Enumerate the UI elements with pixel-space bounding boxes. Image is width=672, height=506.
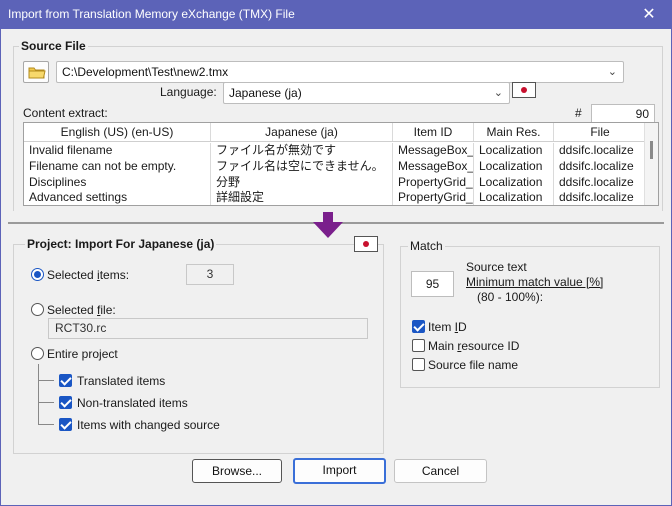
table-header: English (US) (en-US) Japanese (ja) Item … [24, 123, 646, 142]
language-value: Japanese (ja) [229, 86, 302, 100]
selected-file-field: RCT30.rc [48, 318, 368, 339]
changed-source-checkbox[interactable] [59, 418, 72, 431]
table-scrollbar[interactable] [644, 123, 658, 205]
main-resource-id-label[interactable]: Main resource ID [428, 339, 519, 353]
language-combo[interactable]: Japanese (ja) ⌄ [223, 82, 510, 104]
arrow-down-icon [313, 212, 343, 238]
column-header[interactable]: File [554, 123, 646, 141]
selected-file-label[interactable]: Selected file: [47, 303, 116, 317]
column-header[interactable]: Item ID [393, 123, 474, 141]
table-cell: Disciplines [24, 175, 211, 191]
project-legend: Project: Import For Japanese (ja) [25, 237, 217, 251]
open-file-button[interactable] [23, 61, 49, 83]
table-cell: Advanced settings [24, 190, 211, 205]
table-cell: ddsifc.localize [559, 175, 634, 189]
browse-button[interactable]: Browse... [192, 459, 282, 483]
table-row[interactable]: Disciplines 分野 PropertyGrid_ Localizatio… [24, 175, 646, 191]
table-cell: PropertyGrid_ [393, 190, 474, 205]
import-button[interactable]: Import [293, 458, 386, 484]
cancel-button[interactable]: Cancel [394, 459, 487, 483]
table-cell: 詳細設定 [211, 190, 393, 205]
title-bar: Import from Translation Memory eXchange … [0, 0, 672, 29]
folder-icon [28, 67, 46, 79]
count-label: # [575, 106, 582, 120]
table-cell: Filename can not be empty. [24, 159, 211, 175]
entire-project-label[interactable]: Entire project [47, 347, 118, 361]
entire-project-radio[interactable] [31, 347, 44, 360]
table-cell: Localization [474, 190, 554, 205]
source-text-label: Source text [466, 260, 527, 274]
japan-flag-icon [354, 236, 378, 252]
count-field[interactable]: 90 [591, 104, 655, 124]
table-cell: PropertyGrid_ [393, 175, 474, 191]
match-legend: Match [408, 239, 445, 253]
source-file-path-text: C:\Development\Test\new2.tmx [62, 65, 229, 79]
chevron-down-icon[interactable]: ⌄ [494, 83, 503, 103]
column-header[interactable]: Main Res. [474, 123, 554, 141]
scrollbar-thumb[interactable] [650, 141, 653, 159]
table-cell: Localization [474, 159, 554, 175]
match-range-label: (80 - 100%): [477, 290, 544, 304]
table-cell: Localization [474, 175, 554, 191]
table-cell: ddsifc.localize [559, 143, 634, 157]
table-row[interactable]: Advanced settings 詳細設定 PropertyGrid_ Loc… [24, 190, 646, 205]
selected-items-radio[interactable] [31, 268, 44, 281]
window-title: Import from Translation Memory eXchange … [8, 7, 295, 21]
selected-file-radio[interactable] [31, 303, 44, 316]
non-translated-items-label[interactable]: Non-translated items [77, 396, 188, 410]
table-row[interactable]: Invalid filename ファイル名が無効です MessageBox_ … [24, 143, 646, 159]
tree-line [38, 380, 54, 381]
table-cell: MessageBox_ [393, 143, 474, 159]
tree-line [38, 364, 39, 424]
table-cell: Invalid filename [24, 143, 211, 159]
content-extract-table[interactable]: English (US) (en-US) Japanese (ja) Item … [23, 122, 659, 206]
table-cell: ファイル名は空にできません。 [211, 159, 393, 175]
table-cell: ファイル名が無効です [211, 143, 393, 159]
column-header[interactable]: English (US) (en-US) [24, 123, 211, 141]
selected-items-count: 3 [186, 264, 234, 285]
non-translated-items-checkbox[interactable] [59, 396, 72, 409]
source-file-name-checkbox[interactable] [412, 358, 425, 371]
japan-flag-icon [512, 82, 536, 98]
minimum-match-label: Minimum match value [%] [466, 275, 604, 289]
tree-line [38, 402, 54, 403]
table-cell: MessageBox_ [393, 159, 474, 175]
changed-source-label[interactable]: Items with changed source [77, 418, 220, 432]
column-header[interactable]: Japanese (ja) [211, 123, 393, 141]
table-cell: Localization [474, 143, 554, 159]
table-cell: ddsifc.localize [559, 190, 634, 204]
item-id-checkbox[interactable] [412, 320, 425, 333]
item-id-label[interactable]: Item ID [428, 320, 467, 334]
close-icon[interactable]: ✕ [626, 0, 672, 29]
table-cell: ddsifc.localize [559, 159, 634, 173]
language-label: Language: [160, 85, 217, 99]
table-row[interactable]: Filename can not be empty. ファイル名は空にできません… [24, 159, 646, 175]
translated-items-label[interactable]: Translated items [77, 374, 165, 388]
selected-items-label[interactable]: Selected items: [47, 268, 129, 282]
translated-items-checkbox[interactable] [59, 374, 72, 387]
chevron-down-icon[interactable]: ⌄ [608, 62, 617, 82]
table-cell: 分野 [211, 175, 393, 191]
content-extract-label: Content extract: [23, 106, 108, 120]
tree-line [38, 424, 54, 425]
source-file-path-combo[interactable]: C:\Development\Test\new2.tmx ⌄ [56, 61, 624, 83]
source-file-legend: Source File [19, 39, 88, 53]
main-resource-id-checkbox[interactable] [412, 339, 425, 352]
minimum-match-field[interactable]: 95 [411, 271, 454, 297]
source-file-name-label[interactable]: Source file name [428, 358, 518, 372]
